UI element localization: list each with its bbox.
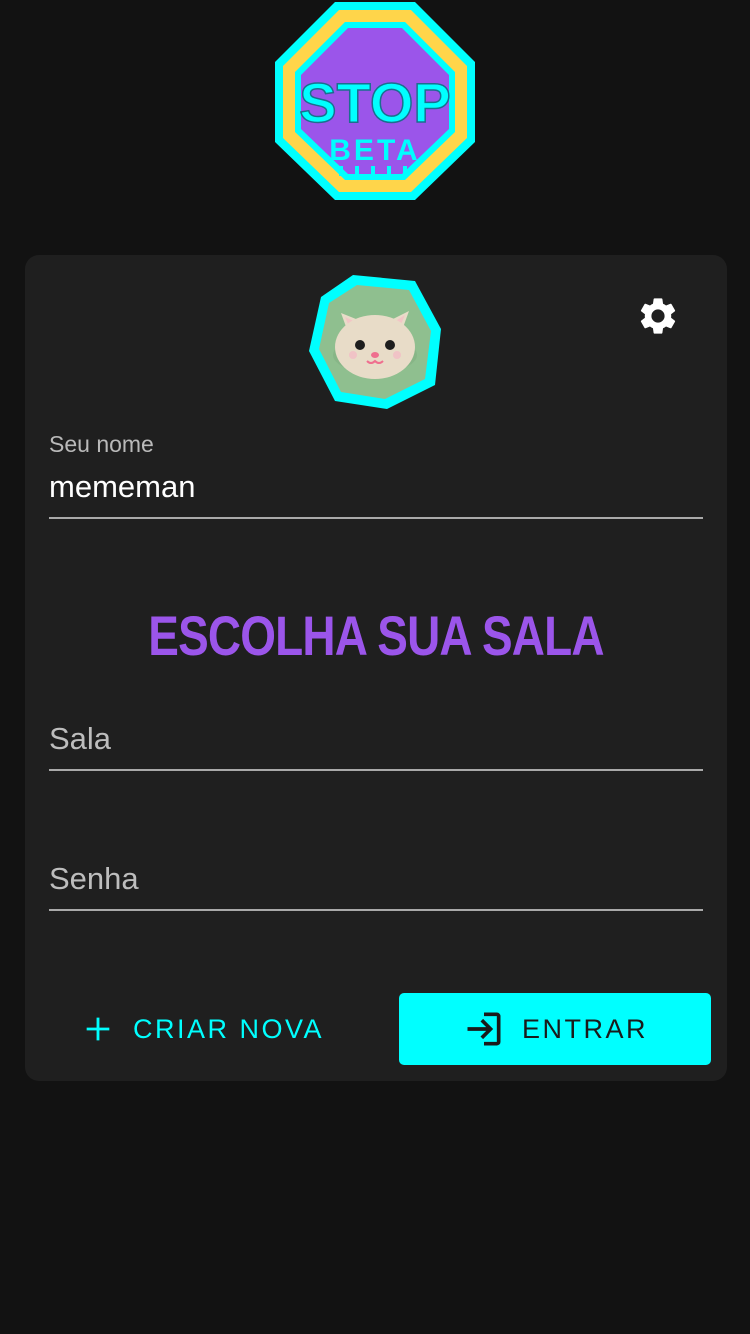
lobby-card: Seu nome ESCOLHA SUA SALA CRIAR NOVA ENT… <box>25 255 727 1081</box>
create-room-label: CRIAR NOVA <box>133 1013 325 1044</box>
name-field: Seu nome <box>49 427 703 519</box>
name-field-label: Seu nome <box>49 431 154 457</box>
password-input[interactable] <box>49 857 703 901</box>
stop-beta-logo: STOP BETA <box>273 0 477 202</box>
avatar[interactable] <box>305 273 445 413</box>
room-section-heading: ESCOLHA SUA SALA <box>148 604 604 667</box>
gear-icon <box>640 298 676 334</box>
logo-sub-text: BETA <box>329 134 420 167</box>
login-icon <box>462 1007 506 1051</box>
create-room-button[interactable]: CRIAR NOVA <box>65 993 365 1065</box>
room-input[interactable] <box>49 717 703 761</box>
password-field <box>49 847 703 911</box>
room-field <box>49 707 703 771</box>
enter-room-label: ENTRAR <box>521 1013 648 1044</box>
plus-icon <box>81 1012 115 1046</box>
enter-room-button[interactable]: ENTRAR <box>399 993 711 1065</box>
cat-avatar-icon <box>309 275 441 409</box>
name-input[interactable] <box>49 465 703 509</box>
settings-button[interactable] <box>633 291 683 341</box>
logo-main-text: STOP <box>299 71 450 134</box>
